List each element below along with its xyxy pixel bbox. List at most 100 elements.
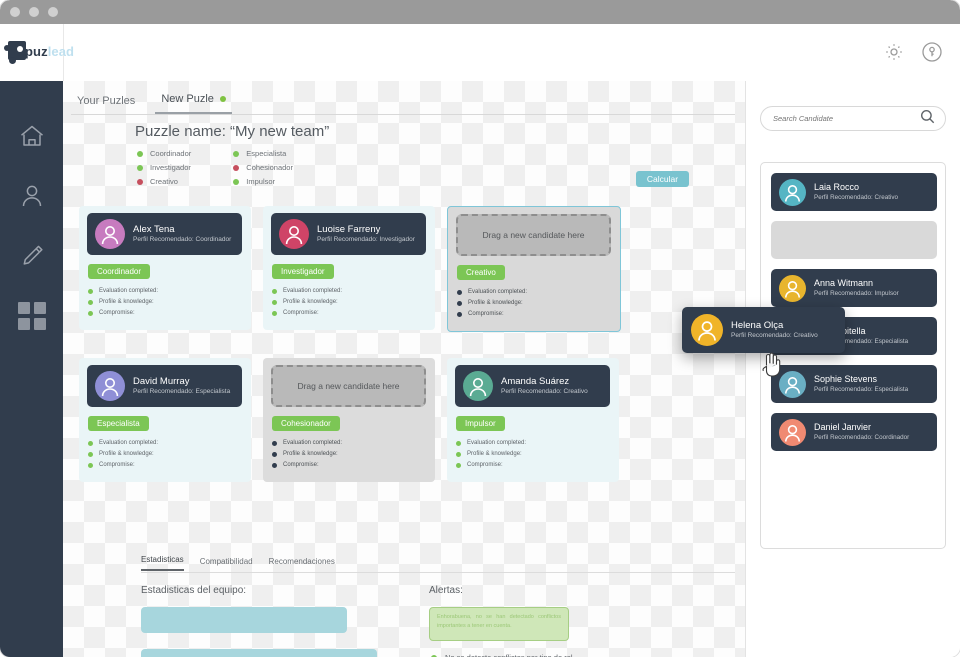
tab-compatibilidad[interactable]: Compatibilidad: [200, 557, 253, 571]
avatar: [95, 371, 125, 401]
legend-dot: [233, 164, 240, 171]
team-slot-drop-target[interactable]: Drag a new candidate here Creativo Evalu…: [447, 206, 621, 332]
candidate-profile: Perfil Recomendado: Coordinador: [133, 235, 232, 243]
legend-dot: [137, 178, 143, 185]
avatar: [779, 274, 806, 302]
window-close-button[interactable]: [10, 7, 20, 17]
metric-label: Profile & knowledge:: [283, 299, 338, 305]
tab-new-puzle-label: New Puzle: [161, 93, 214, 105]
candidates-list: Laia Rocco Perfil Recomendado: Creativo …: [760, 162, 946, 549]
candidate-list-item[interactable]: Daniel Janvier Perfil Recomendado: Coord…: [771, 413, 937, 451]
role-badge: Especialista: [88, 416, 149, 431]
tab-your-puzles-label: Your Puzles: [77, 95, 136, 107]
tab-estadisticas[interactable]: Estadisticas: [141, 555, 184, 571]
role-badge: Impulsor: [456, 416, 505, 431]
candidate-name-block: Helena Olça Perfil Recomendado: Creativo: [731, 320, 818, 340]
candidate-profile: Perfil Recomendado: Coordinador: [814, 433, 910, 441]
team-slot[interactable]: Luoise Farreny Perfil Recomendado: Inves…: [263, 206, 435, 330]
candidate-profile: Perfil Recomendado: Especialista: [133, 387, 231, 395]
metrics-list: Evaluation completed: Profile & knowledg…: [88, 288, 158, 316]
avatar: [779, 178, 806, 206]
candidate-profile: Perfil Recomendado: Creativo: [814, 193, 898, 201]
calculate-button[interactable]: Calcular: [636, 171, 689, 187]
metric-row: Evaluation completed:: [272, 288, 342, 294]
tab-recomendaciones[interactable]: Recomendaciones: [269, 557, 335, 571]
metric-row: Compromise:: [88, 310, 158, 316]
candidate-name: Amanda Suárez: [501, 376, 570, 387]
sidebar-item-home[interactable]: [0, 106, 63, 166]
metric-row: Profile & knowledge:: [88, 299, 158, 305]
analysis-tabs-divider: [141, 572, 735, 573]
dropzone[interactable]: Drag a new candidate here: [456, 214, 611, 256]
team-slot-empty[interactable]: Drag a new candidate here Cohesionador E…: [263, 358, 435, 482]
metric-label: Profile & knowledge:: [99, 451, 154, 457]
metric-dot: [88, 440, 93, 446]
metric-label: Evaluation completed:: [467, 440, 527, 446]
alerts-heading: Alertas:: [429, 585, 463, 596]
metric-row: Evaluation completed:: [456, 440, 526, 446]
metric-row: Profile & knowledge:: [456, 451, 526, 457]
candidate-name: Alex Tena: [133, 224, 175, 235]
gear-icon[interactable]: [882, 40, 906, 64]
search-icon[interactable]: [920, 109, 935, 129]
metric-dot: [457, 311, 462, 317]
window-minimize-button[interactable]: [29, 7, 39, 17]
window-maximize-button[interactable]: [48, 7, 58, 17]
new-indicator-dot: [219, 96, 226, 103]
candidate-list-item[interactable]: Anna Witmann Perfil Recomendado: Impulso…: [771, 269, 937, 307]
role-badge: Creativo: [457, 265, 505, 280]
metric-dot: [456, 462, 461, 468]
search-box[interactable]: [760, 106, 946, 131]
metric-dot: [88, 288, 93, 294]
legend-label: Coordinador: [150, 149, 192, 158]
candidate-chip[interactable]: David Murray Perfil Recomendado: Especia…: [87, 365, 242, 407]
avatar: [691, 314, 723, 346]
candidate-name-block: Anna Witmann Perfil Recomendado: Impulso…: [814, 278, 899, 297]
metric-label: Compromise:: [99, 310, 135, 316]
sidebar-item-edit[interactable]: [0, 226, 63, 286]
candidate-name-block: Alex Tena Perfil Recomendado: Coordinado…: [133, 224, 231, 244]
metric-dot: [457, 289, 462, 295]
candidate-chip[interactable]: Luoise Farreny Perfil Recomendado: Inves…: [271, 213, 426, 255]
candidate-name-block: Daniel Janvier Perfil Recomendado: Coord…: [814, 422, 909, 441]
legend-item: Coordinador: [137, 149, 191, 158]
metric-label: Profile & knowledge:: [99, 299, 154, 305]
metric-dot: [272, 462, 277, 468]
workspace-tabs: Your Puzles New Puzle: [71, 89, 232, 114]
logo-text-accent: lead: [47, 43, 75, 59]
team-slot[interactable]: Amanda Suárez Perfil Recomendado: Creati…: [447, 358, 619, 482]
metric-label: Evaluation completed:: [99, 288, 159, 294]
app-logo[interactable]: puzlead: [4, 40, 75, 64]
candidate-chip[interactable]: Amanda Suárez Perfil Recomendado: Creati…: [455, 365, 610, 407]
candidate-list-item[interactable]: Sophie Stevens Perfil Recomendado: Espec…: [771, 365, 937, 403]
tab-your-puzles[interactable]: Your Puzles: [71, 91, 141, 114]
sidebar-item-profile[interactable]: [0, 166, 63, 226]
avatar: [779, 418, 806, 446]
app-header: puzlead: [0, 24, 960, 82]
candidate-profile: Perfil Recomendado: Creativo: [731, 331, 818, 339]
metric-label: Compromise:: [468, 311, 504, 317]
candidate-name-block: Luoise Farreny Perfil Recomendado: Inves…: [317, 224, 415, 244]
tab-new-puzle[interactable]: New Puzle: [155, 89, 232, 114]
team-slot[interactable]: David Murray Perfil Recomendado: Especia…: [79, 358, 251, 482]
help-key-icon[interactable]: [920, 40, 944, 64]
alert-banner: Enhorabuena, no se han detectado conflic…: [429, 607, 569, 641]
metric-label: Compromise:: [467, 462, 503, 468]
metrics-list: Evaluation completed: Profile & knowledg…: [456, 440, 526, 468]
stat-bar: [141, 607, 347, 633]
legend-item: Impulsor: [233, 177, 293, 186]
candidate-chip[interactable]: Alex Tena Perfil Recomendado: Coordinado…: [87, 213, 242, 255]
team-slot[interactable]: Alex Tena Perfil Recomendado: Coordinado…: [79, 206, 251, 330]
candidate-name-block: Amanda Suárez Perfil Recomendado: Creati…: [501, 376, 588, 396]
alert-list-item: No se detecta conflictos por tipo de rol…: [431, 653, 575, 657]
dragged-candidate-card[interactable]: Helena Olça Perfil Recomendado: Creativo: [682, 307, 845, 353]
avatar: [779, 370, 806, 398]
sidebar-item-dashboard[interactable]: [0, 286, 63, 346]
role-badge: Coordinador: [88, 264, 151, 279]
candidate-name: Luoise Farreny: [317, 224, 381, 235]
candidate-profile: Perfil Recomendado: Especialista: [814, 385, 909, 393]
dropzone[interactable]: Drag a new candidate here: [271, 365, 426, 407]
search-input[interactable]: [771, 113, 920, 124]
legend-label: Impulsor: [246, 177, 276, 186]
candidate-list-item[interactable]: Laia Rocco Perfil Recomendado: Creativo: [771, 173, 937, 211]
